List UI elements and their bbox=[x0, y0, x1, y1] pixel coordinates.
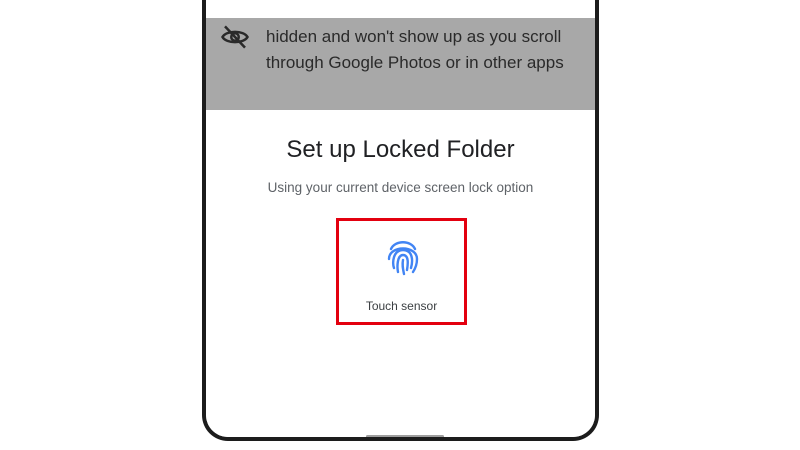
sheet-subtitle: Using your current device screen lock op… bbox=[267, 180, 534, 195]
sheet-title: Set up Locked Folder bbox=[286, 136, 515, 163]
eye-off-icon bbox=[221, 25, 249, 49]
touch-sensor-label: Touch sensor bbox=[365, 299, 438, 313]
hidden-info-row: hidden and won't show up as you scroll t… bbox=[206, 18, 595, 110]
background-content: hidden and won't show up as you scroll t… bbox=[206, 18, 595, 110]
phone-frame: hidden and won't show up as you scroll t… bbox=[202, 0, 599, 441]
top-strip bbox=[206, 0, 595, 18]
touch-sensor-option[interactable]: Touch sensor bbox=[336, 218, 467, 325]
fingerprint-icon bbox=[387, 241, 419, 276]
locked-folder-sheet: Set up Locked Folder Using your current … bbox=[206, 110, 595, 437]
hidden-info-text: hidden and won't show up as you scroll t… bbox=[266, 27, 564, 72]
gesture-nav-bar[interactable] bbox=[366, 435, 444, 437]
